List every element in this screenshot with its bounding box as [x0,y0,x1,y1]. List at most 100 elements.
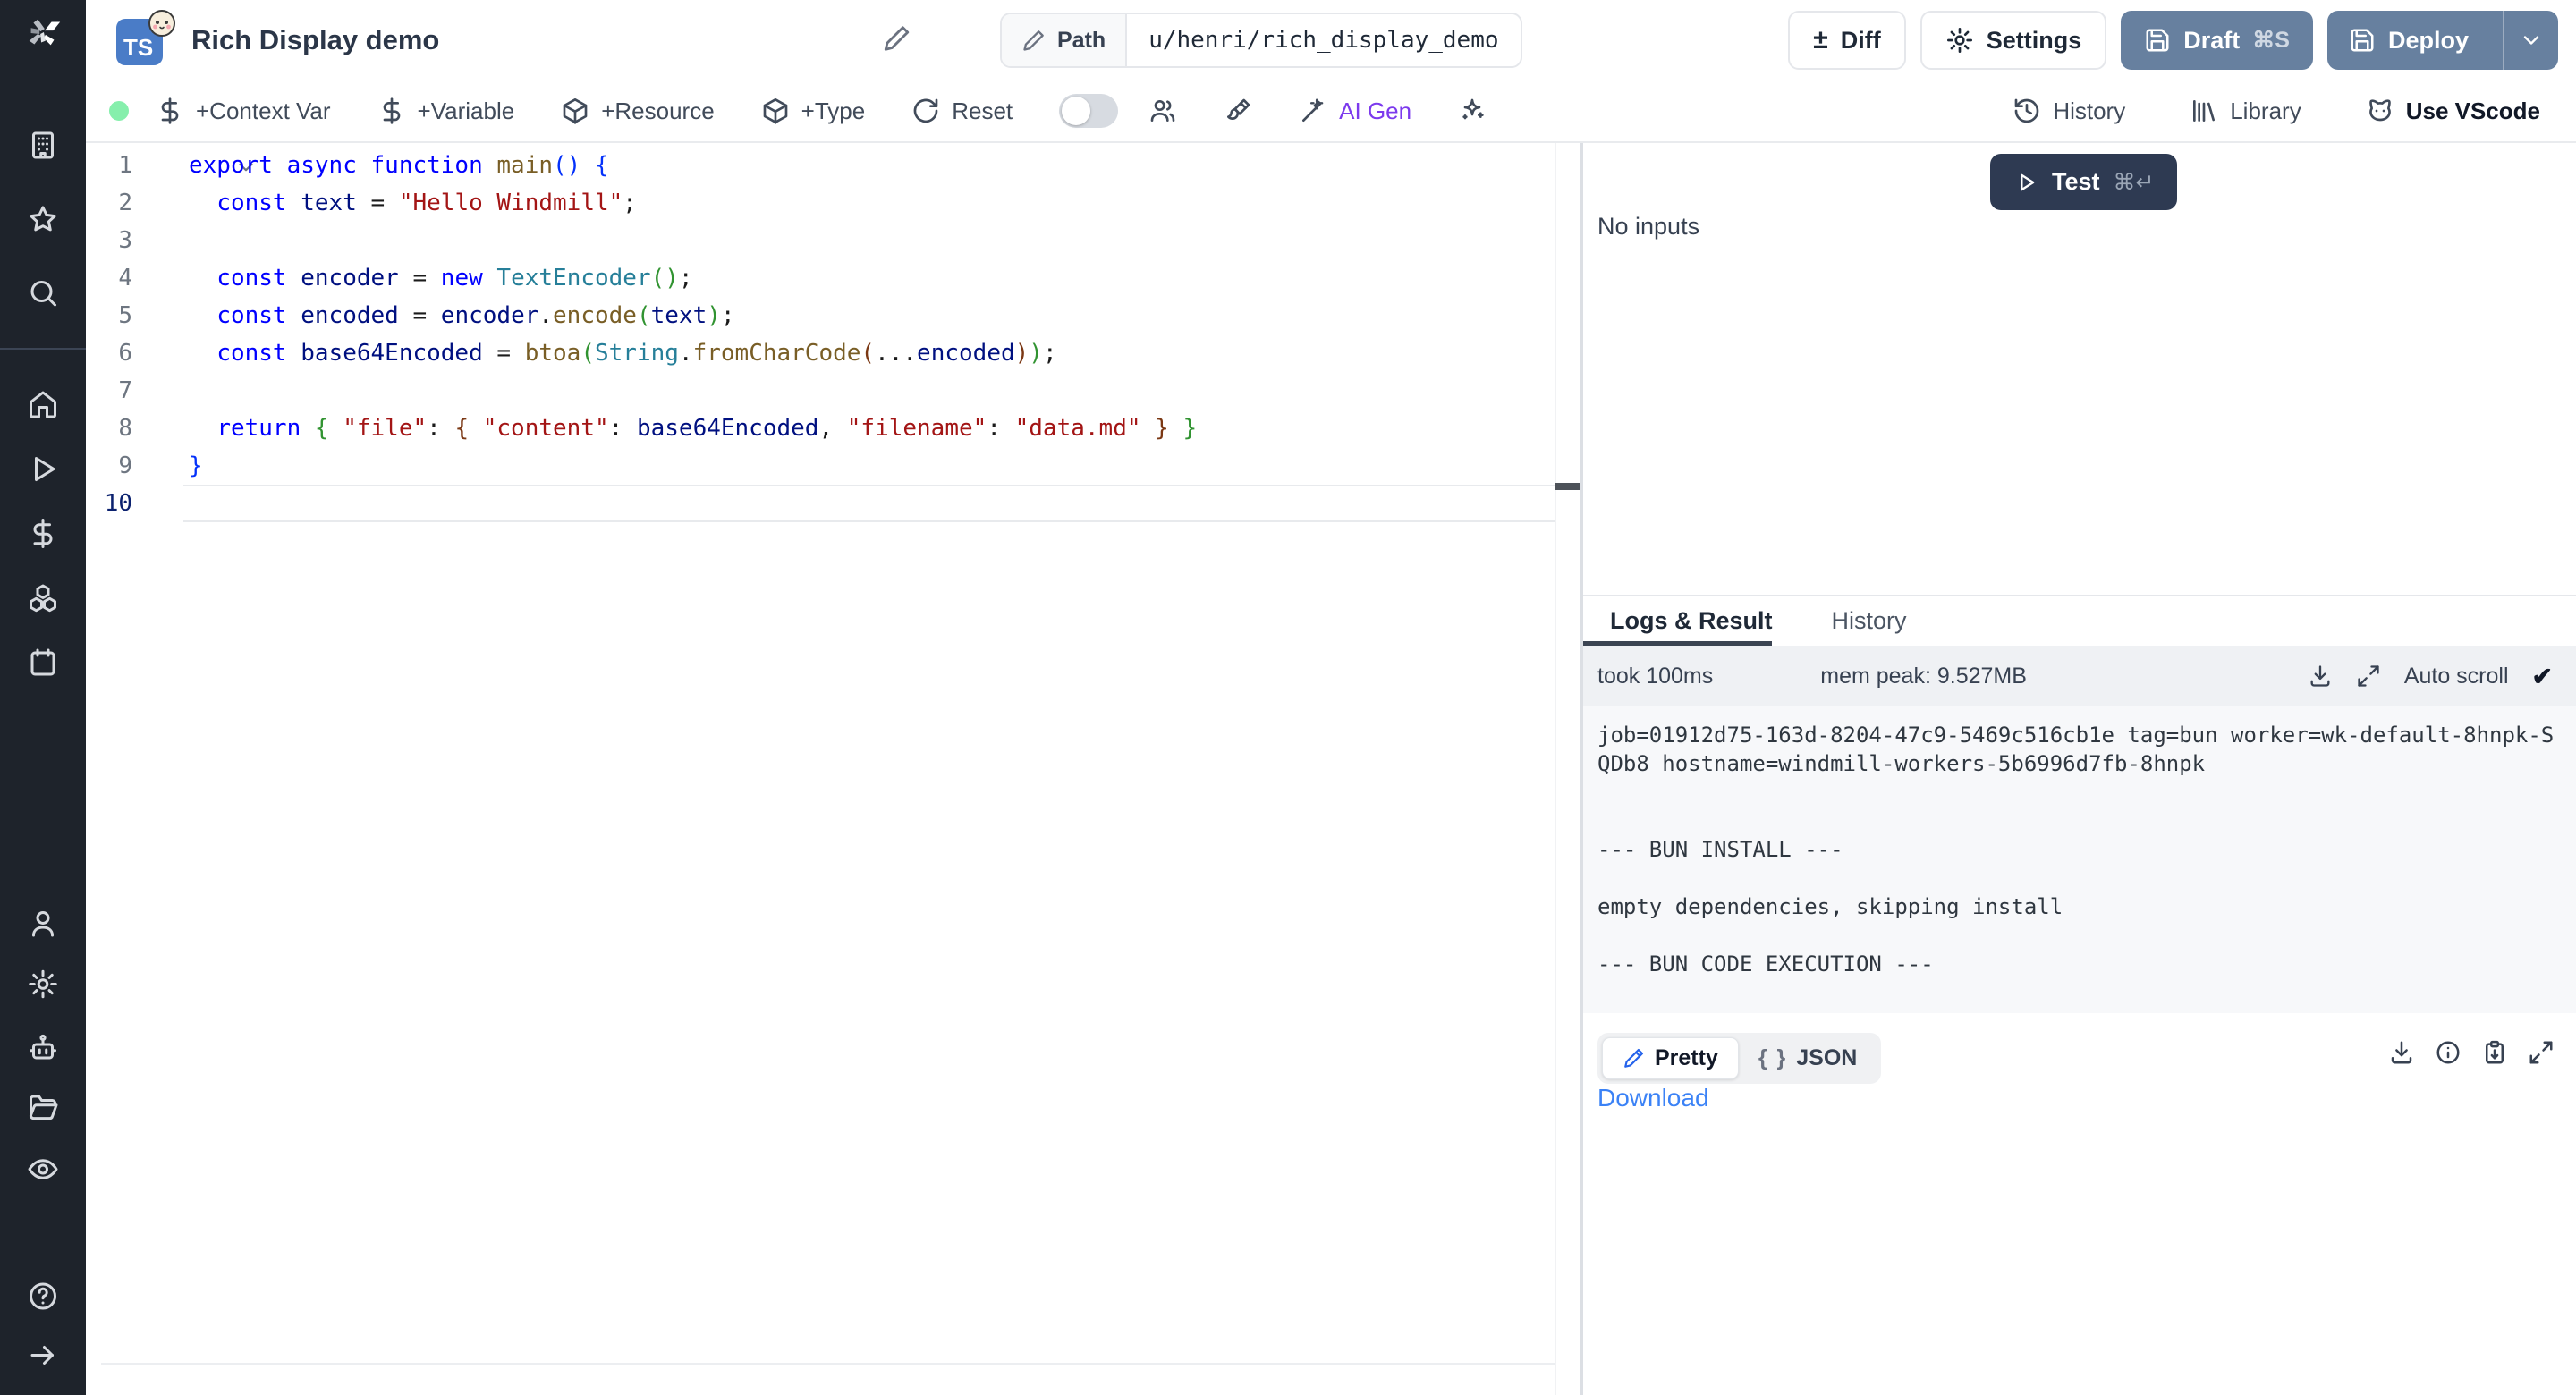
library-button[interactable]: Library [2190,97,2301,125]
add-type-button[interactable]: +Type [761,97,866,125]
gear-icon[interactable] [27,968,59,1005]
dollar-icon [156,97,184,125]
library-icon [2190,97,2218,125]
arrow-right-icon[interactable] [27,1340,59,1376]
result-toolbar: Pretty { } JSON [1597,1030,1881,1086]
dollar-icon [377,97,406,125]
path-field[interactable]: Path u/henri/rich_display_demo [1000,13,1522,68]
play-icon[interactable] [27,453,59,490]
line-number-gutter: 12345678910 [86,147,132,522]
header-actions: ± Diff Settings Draft ⌘S Deploy [1788,11,2558,70]
save-icon [2349,27,2376,54]
copy-clipboard-icon[interactable] [2481,1039,2508,1066]
code-line[interactable]: } [189,447,1550,485]
code-editor[interactable]: 12345678910 export async function main()… [86,143,1580,1395]
expand-result-icon[interactable] [2528,1039,2555,1066]
windmill-script-editor: TS Rich Display demo Path u/henri/rich_d… [0,0,2576,1395]
clock-history-icon [2012,97,2041,125]
package-icon [561,97,589,125]
autoscroll-label: Auto scroll [2404,664,2509,689]
overview-ruler [1555,143,1556,1395]
add-context-var-button[interactable]: +Context Var [156,97,331,125]
code-lines[interactable]: export async function main() { const tex… [189,147,1550,522]
edit-summary-pencil-icon[interactable] [882,23,912,58]
mem-peak-label: mem peak: 9.527MB [1820,664,2027,689]
cat-icon [2366,97,2394,125]
line-number: 1 [86,147,132,184]
reset-button[interactable]: Reset [911,97,1013,125]
cubes-icon[interactable] [27,582,59,619]
deploy-dropdown-button[interactable] [2503,11,2558,70]
ai-gen-button[interactable]: AI Gen [1299,97,1411,125]
deploy-button[interactable]: Deploy [2327,11,2558,70]
line-number: 10 [86,485,132,522]
result-view-switch: Pretty { } JSON [1597,1033,1881,1084]
info-icon[interactable] [2435,1039,2462,1066]
line-number: 3 [86,222,132,259]
diff-mode-toggle[interactable] [1059,94,1118,128]
code-line[interactable] [189,372,1550,410]
use-vscode-button[interactable]: Use VScode [2366,97,2540,125]
download-result-link[interactable]: Download [1597,1084,1709,1112]
history-button[interactable]: History [2012,97,2125,125]
chevron-down-icon [2519,28,2544,53]
expand-logs-icon[interactable] [2356,664,2381,689]
bun-emoji-icon [147,8,177,38]
building-icon[interactable] [27,130,59,166]
braces-icon: { } [1758,1045,1787,1071]
add-resource-button[interactable]: +Resource [561,97,714,125]
settings-button[interactable]: Settings [1920,11,2107,70]
line-number: 4 [86,259,132,297]
play-icon [2013,170,2038,195]
folder-open-icon[interactable] [27,1093,59,1129]
save-icon [2144,27,2171,54]
top-header: TS Rich Display demo Path u/henri/rich_d… [86,0,2576,80]
script-language-badge: TS [116,12,175,71]
code-line[interactable]: return { "file": { "content": base64Enco… [189,410,1550,447]
editor-scrollbar-line [101,1363,1555,1365]
code-line[interactable]: const encoder = new TextEncoder(); [189,259,1550,297]
test-button[interactable]: Test ⌘↵ [1990,154,2177,210]
path-value: u/henri/rich_display_demo [1127,14,1520,66]
plus-minus-icon: ± [1813,27,1827,54]
home-icon[interactable] [27,389,59,426]
code-line[interactable]: const text = "Hello Windmill"; [189,184,1550,222]
dollar-icon[interactable] [27,518,59,554]
draft-button[interactable]: Draft ⌘S [2121,11,2313,70]
json-toggle[interactable]: { } JSON [1739,1038,1877,1078]
code-line[interactable]: const base64Encoded = btoa(String.fromCh… [189,334,1550,372]
user-icon[interactable] [27,908,59,944]
path-label-segment: Path [1002,14,1127,66]
pretty-toggle[interactable]: Pretty [1602,1037,1739,1079]
app-sidebar [0,0,86,1395]
help-icon[interactable] [27,1281,59,1317]
code-line[interactable] [189,485,1550,522]
test-shortcut: ⌘↵ [2114,169,2155,196]
code-line[interactable]: export async function main() { [189,147,1550,184]
multiplayer-users-icon[interactable] [1148,97,1177,125]
star-icon[interactable] [27,204,59,241]
line-number: 8 [86,410,132,447]
draft-shortcut: ⌘S [2252,27,2290,54]
download-logs-icon[interactable] [2308,664,2333,689]
code-line[interactable]: const encoded = encoder.encode(text); [189,297,1550,334]
sparkles-icon[interactable] [1458,97,1487,125]
tab-logs-result[interactable]: Logs & Result [1610,607,1773,635]
search-icon[interactable] [27,277,59,314]
line-number: 7 [86,372,132,410]
diff-button[interactable]: ± Diff [1788,11,1905,70]
check-icon[interactable]: ✔ [2532,662,2553,691]
format-brush-icon[interactable] [1224,97,1252,125]
line-number: 6 [86,334,132,372]
download-result-icon[interactable] [2388,1039,2415,1066]
eye-icon[interactable] [27,1154,59,1190]
calendar-icon[interactable] [27,647,59,683]
logs-output: job=01912d75-163d-8204-47c9-5469c516cb1e… [1583,706,2576,1013]
duration-label: took 100ms [1597,664,1713,689]
no-inputs-label: No inputs [1597,213,1699,241]
tab-history[interactable]: History [1832,607,1907,635]
code-line[interactable] [189,222,1550,259]
add-variable-button[interactable]: +Variable [377,97,515,125]
robot-icon[interactable] [27,1033,59,1070]
windmill-logo-icon[interactable] [22,13,64,54]
